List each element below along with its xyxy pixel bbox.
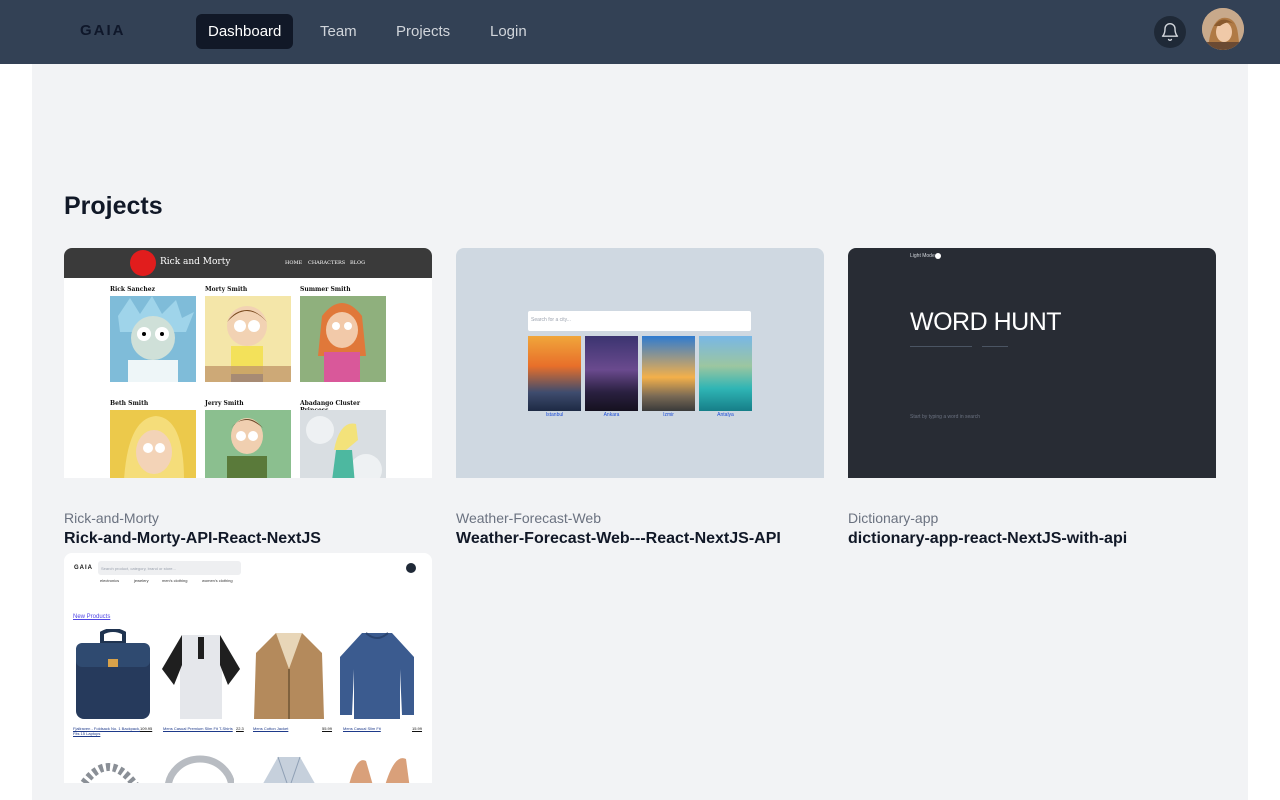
project-name[interactable]: Weather-Forecast-Web---React-NextJS-API <box>456 530 781 548</box>
preview-product-image <box>164 749 235 783</box>
preview-city-card: Istanbul <box>528 336 581 418</box>
preview-category: jewelery <box>134 578 149 583</box>
preview-product-image <box>254 749 324 783</box>
preview-title: WORD HUNT <box>910 308 1062 336</box>
preview-city-card: Ankara <box>585 336 638 418</box>
page-title: Projects <box>64 192 163 220</box>
preview-character: Rick Sanchez <box>110 286 196 382</box>
nav-link-projects[interactable]: Projects <box>384 14 462 49</box>
preview-logo <box>130 250 156 276</box>
project-thumbnail[interactable]: Rick and Morty HOME CHARACTERS BLOG Rick… <box>64 248 432 478</box>
project-card-shop[interactable]: GAIA Search product, category, brand or … <box>64 553 432 783</box>
project-card-weather-forecast[interactable]: Search for a city... Istanbul Ankara Izm… <box>456 248 824 547</box>
project-category: Dictionary-app <box>848 510 939 526</box>
preview-character: Jerry Smith <box>205 400 291 478</box>
preview-category: women's clothing <box>202 578 233 583</box>
preview-product-image <box>74 749 144 783</box>
preview-mode-label: Light Mode <box>910 253 935 259</box>
preview-product-name: Mens Casual Slim Fit <box>343 726 381 731</box>
preview-menu-item: BLOG <box>350 260 366 266</box>
project-card-rick-and-morty[interactable]: Rick and Morty HOME CHARACTERS BLOG Rick… <box>64 248 432 547</box>
preview-header <box>64 248 432 278</box>
preview-product-name: Mens Cotton Jacket <box>253 726 289 731</box>
nav-link-team[interactable]: Team <box>308 14 369 49</box>
preview-logo: GAIA <box>74 565 93 571</box>
project-name[interactable]: Rick-and-Morty-API-React-NextJS <box>64 530 321 548</box>
preview-product-price: 55.99 <box>322 726 333 731</box>
preview-product-price: 109.95 <box>140 726 153 731</box>
preview-hint: Start by typing a word in search <box>910 414 981 420</box>
preview-section-title: New Products <box>73 614 111 620</box>
preview-menu-item: CHARACTERS <box>308 260 346 266</box>
brand-logo[interactable]: GAIA <box>80 22 126 39</box>
preview-mode-toggle <box>935 253 941 259</box>
bell-icon <box>1161 23 1179 41</box>
preview-search-input: Search product, category, brand or store… <box>98 561 241 575</box>
user-avatar[interactable] <box>1202 8 1244 50</box>
nav-link-dashboard[interactable]: Dashboard <box>196 14 294 49</box>
preview-product-image <box>336 629 418 721</box>
project-card-dictionary[interactable]: Light Mode WORD HUNT Start by typing a w… <box>848 248 1216 547</box>
preview-product-image <box>72 628 154 721</box>
preview-character: Abadango Cluster Princess <box>300 400 386 478</box>
project-thumbnail[interactable]: GAIA Search product, category, brand or … <box>64 553 432 783</box>
preview-city-card: Antalya <box>699 336 752 418</box>
preview-menu-item: HOME <box>285 260 303 266</box>
preview-title: Rick and Morty <box>160 257 231 267</box>
preview-character: Morty Smith <box>205 286 291 382</box>
preview-product-name: Fjallraven - Foldsack No. 1 Backpack, Fi… <box>73 726 141 736</box>
preview-product-name: Mens Casual Premium Slim Fit T-Shirts <box>163 726 233 731</box>
preview-product-image <box>248 629 330 721</box>
preview-category: men's clothing <box>162 578 188 583</box>
preview-account-icon <box>406 563 416 573</box>
project-thumbnail[interactable]: Search for a city... Istanbul Ankara Izm… <box>456 248 824 478</box>
project-name[interactable]: dictionary-app-react-NextJS-with-api <box>848 530 1127 548</box>
preview-character: Beth Smith <box>110 400 196 478</box>
project-thumbnail[interactable]: Light Mode WORD HUNT Start by typing a w… <box>848 248 1216 478</box>
preview-language-select <box>982 346 1008 347</box>
project-category: Rick-and-Morty <box>64 510 159 526</box>
preview-character: Summer Smith <box>300 286 386 382</box>
nav-link-login[interactable]: Login <box>478 14 539 49</box>
preview-product-price: 15.99 <box>412 726 423 731</box>
preview-product-image <box>160 629 242 721</box>
preview-product-image <box>344 749 414 783</box>
preview-city-card: Izmir <box>642 336 695 418</box>
preview-search-field <box>910 346 972 347</box>
preview-product-price: 22.3 <box>236 726 244 731</box>
project-category: Weather-Forecast-Web <box>456 510 601 526</box>
preview-search-input: Search for a city... <box>528 311 751 331</box>
preview-category: electronics <box>100 578 120 583</box>
top-navbar: GAIA Dashboard Team Projects Login <box>0 0 1280 64</box>
notifications-button[interactable] <box>1154 16 1186 48</box>
main-content: Projects Rick and Morty HOME CHARACTERS … <box>32 64 1248 800</box>
